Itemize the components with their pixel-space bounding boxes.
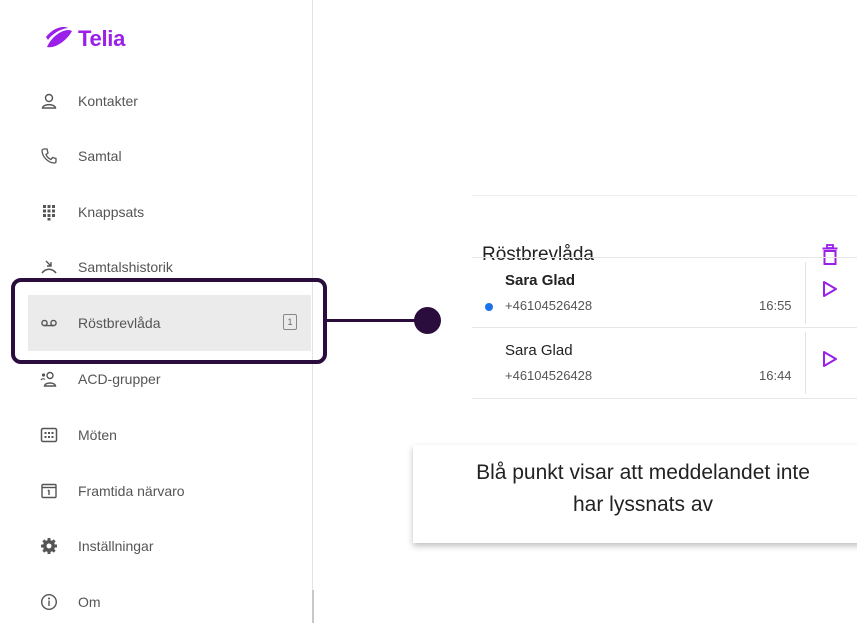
caller-number: +46104526428	[505, 298, 593, 313]
play-icon[interactable]	[822, 280, 838, 303]
sidebar-item-installningar[interactable]: Inställningar	[28, 518, 311, 574]
telia-logo-icon	[46, 27, 72, 48]
telia-logo[interactable]: Telia	[44, 25, 125, 53]
annotation-highlight-box	[11, 278, 327, 364]
annotation-callout: Blå punkt visar att meddelandet inte har…	[413, 445, 857, 543]
callout-line-2: har lyssnats av	[572, 493, 714, 516]
row-divider	[805, 262, 806, 324]
meeting-icon	[40, 426, 58, 444]
group-icon	[40, 370, 58, 388]
callout-line-1: Blå punkt visar att meddelandet inte	[476, 461, 810, 484]
sidebar-item-label: Kontakter	[78, 93, 138, 109]
scrollbar-edge	[312, 590, 314, 623]
sidebar-item-kontakter[interactable]: Kontakter	[28, 73, 311, 129]
message-time: 16:44	[759, 368, 792, 383]
sidebar-item-label: Framtida närvaro	[78, 483, 185, 499]
caller-name: Sara Glad	[505, 272, 576, 289]
calendar-icon	[40, 482, 58, 500]
brand-name: Telia	[78, 26, 126, 51]
sidebar-item-label: Inställningar	[78, 538, 154, 554]
info-icon	[40, 593, 58, 611]
sidebar-item-label: Samtalshistorik	[78, 259, 173, 275]
voicemail-list-item[interactable]: Sara Glad +46104526428 16:55	[472, 257, 857, 328]
annotation-connector-dot	[414, 307, 441, 334]
sidebar-item-samtal[interactable]: Samtal	[28, 128, 311, 184]
play-icon[interactable]	[822, 350, 838, 373]
sidebar-item-label: Om	[78, 594, 101, 610]
unread-dot	[485, 303, 493, 311]
caller-name: Sara Glad	[505, 342, 573, 359]
sidebar-item-label: Möten	[78, 427, 117, 443]
sidebar-item-framtida-narvaro[interactable]: Framtida närvaro	[28, 463, 311, 519]
phone-icon	[40, 147, 58, 165]
voicemail-list-item[interactable]: Sara Glad +46104526428 16:44	[472, 327, 857, 399]
sidebar-item-label: ACD-grupper	[78, 371, 161, 387]
caller-number: +46104526428	[505, 368, 593, 383]
message-time: 16:55	[759, 298, 792, 313]
voicemail-panel: Röstbrevlåda Sara Glad +46104526428 16:5…	[472, 195, 857, 405]
sidebar-item-moten[interactable]: Möten	[28, 407, 311, 463]
dialpad-icon	[40, 203, 58, 221]
annotation-connector-line	[327, 319, 427, 322]
sidebar-item-knappsats[interactable]: Knappsats	[28, 184, 311, 240]
sidebar-item-om[interactable]: Om	[28, 574, 311, 630]
voicemail-header: Röstbrevlåda	[472, 195, 857, 265]
gear-icon	[40, 537, 58, 555]
sidebar-item-label: Samtal	[78, 148, 122, 164]
call-history-icon	[40, 258, 58, 276]
row-divider	[805, 332, 806, 394]
sidebar-item-label: Knappsats	[78, 204, 145, 220]
person-icon	[40, 92, 58, 110]
